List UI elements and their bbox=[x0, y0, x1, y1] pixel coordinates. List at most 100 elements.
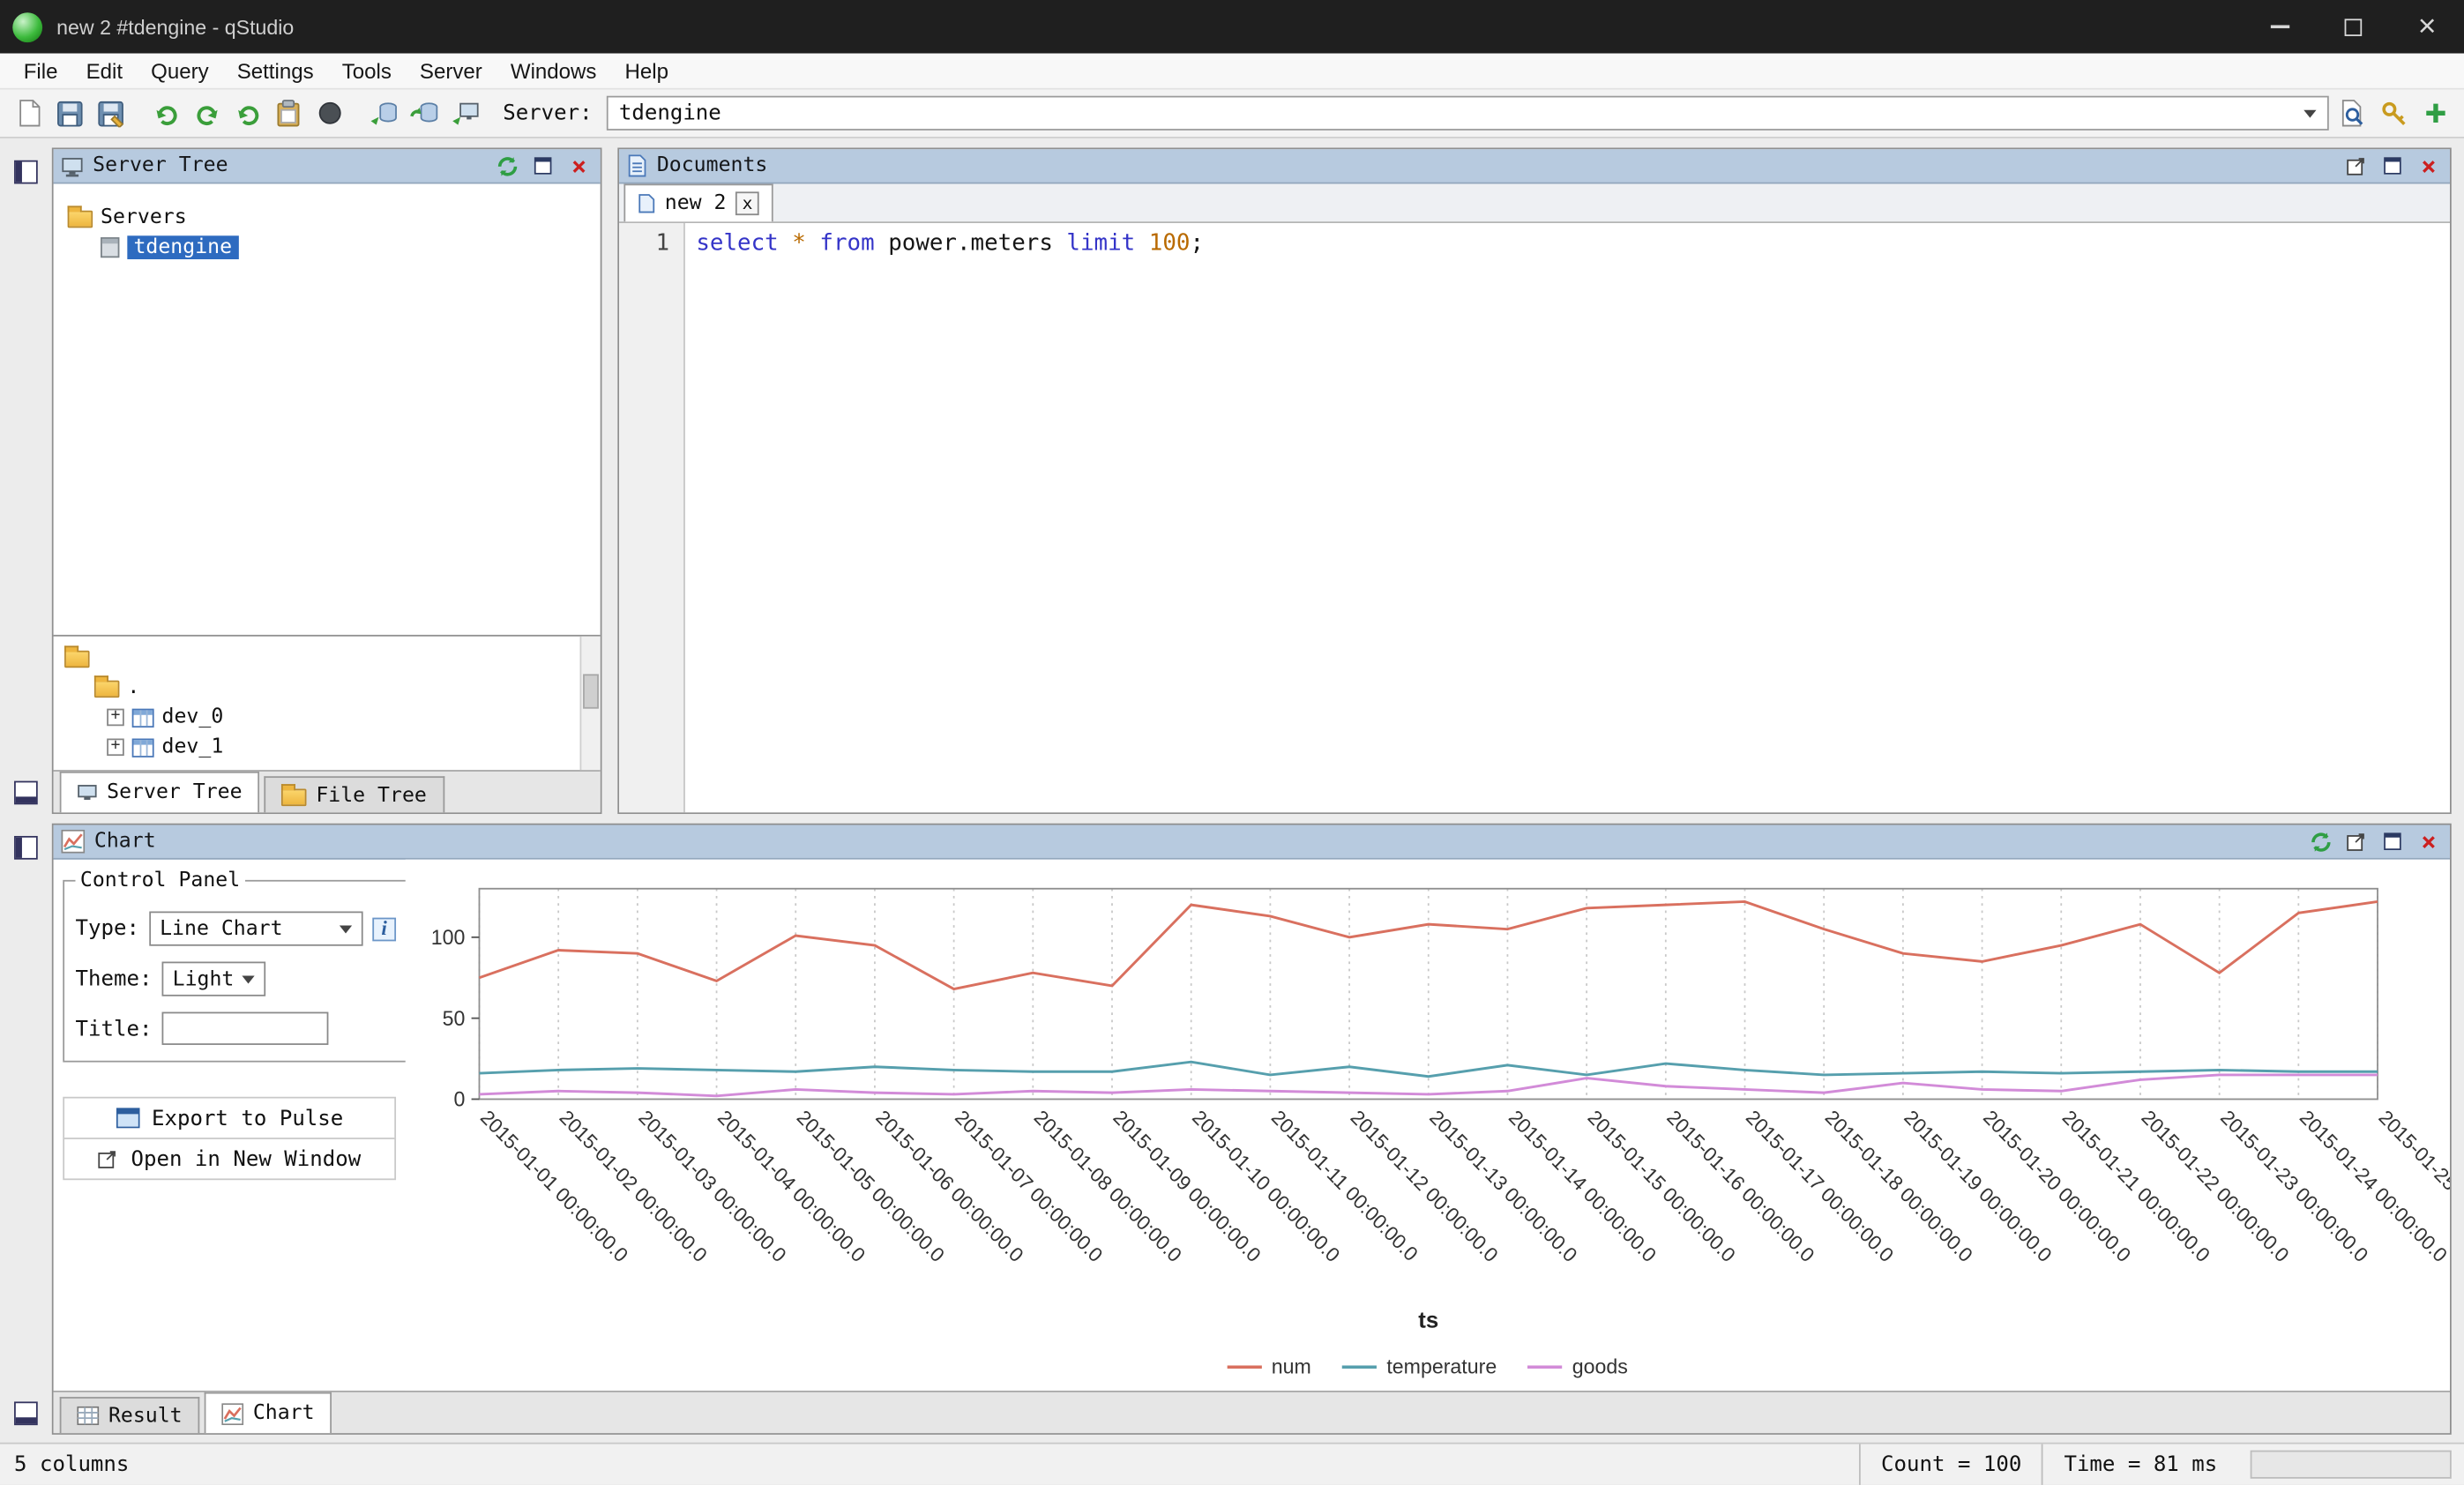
legend-item: num bbox=[1228, 1354, 1311, 1378]
combo-dropdown-icon bbox=[2303, 109, 2316, 117]
redo-icon[interactable] bbox=[190, 97, 223, 130]
code-token bbox=[1135, 231, 1149, 257]
expand-icon[interactable] bbox=[107, 709, 124, 727]
server-combobox[interactable]: tdengine bbox=[607, 96, 2329, 131]
chart-panel: Chart Control Panel Type: bbox=[52, 824, 2452, 1435]
info-icon[interactable] bbox=[372, 917, 396, 941]
code-token: select bbox=[696, 231, 778, 257]
tree-node-servers[interactable]: Servers bbox=[54, 203, 601, 233]
tab-result[interactable]: Result bbox=[60, 1397, 200, 1433]
server-tree: Servers tdengine bbox=[54, 183, 601, 634]
save-as-icon[interactable] bbox=[94, 97, 127, 130]
paste-icon[interactable] bbox=[272, 97, 304, 130]
dock-restore-icon[interactable] bbox=[14, 836, 38, 860]
popout-panel-icon[interactable] bbox=[2343, 153, 2370, 179]
svg-text:2015-01-10 00:00:00.0: 2015-01-10 00:00:00.0 bbox=[1188, 1106, 1344, 1266]
dock-restore-icon[interactable] bbox=[14, 160, 38, 184]
svg-text:2015-01-01 00:00:00.0: 2015-01-01 00:00:00.0 bbox=[476, 1106, 632, 1266]
undo-icon[interactable] bbox=[149, 97, 182, 130]
line-number-gutter: 1 bbox=[619, 223, 685, 812]
svg-text:2015-01-04 00:00:00.0: 2015-01-04 00:00:00.0 bbox=[713, 1106, 870, 1266]
minimize-button[interactable] bbox=[2243, 0, 2317, 54]
chart-type-select[interactable]: Line Chart bbox=[149, 912, 362, 946]
menu-windows[interactable]: Windows bbox=[497, 59, 611, 83]
chart-title-input[interactable] bbox=[161, 1012, 328, 1045]
refresh-script-icon[interactable] bbox=[231, 97, 264, 130]
code-token: ; bbox=[1190, 231, 1204, 257]
refresh-icon[interactable] bbox=[494, 153, 520, 179]
type-label: Type: bbox=[76, 916, 139, 942]
dock-minimize-icon[interactable] bbox=[14, 781, 38, 805]
new-file-icon[interactable] bbox=[12, 97, 45, 130]
row-count-status: Count = 100 bbox=[1859, 1444, 2042, 1485]
scrollbar-thumb[interactable] bbox=[583, 674, 599, 708]
expand-icon[interactable] bbox=[107, 738, 124, 756]
tree-node-label: Servers bbox=[101, 205, 187, 229]
tab-label: new 2 bbox=[665, 191, 727, 215]
status-bar: 5 columns Count = 100 Time = 81 ms bbox=[0, 1443, 2464, 1485]
tree-node-dev0[interactable]: dev_0 bbox=[54, 703, 580, 733]
popout-panel-icon[interactable] bbox=[2343, 828, 2370, 854]
stop-icon[interactable] bbox=[313, 97, 346, 130]
menu-tools[interactable]: Tools bbox=[328, 59, 406, 83]
svg-text:2015-01-23 00:00:00.0: 2015-01-23 00:00:00.0 bbox=[2216, 1106, 2372, 1266]
title-label: Title: bbox=[76, 1016, 153, 1041]
close-panel-icon[interactable] bbox=[2415, 828, 2442, 854]
close-tab-icon[interactable]: x bbox=[735, 191, 759, 215]
scrollbar[interactable] bbox=[580, 637, 601, 770]
save-icon[interactable] bbox=[54, 97, 86, 130]
folder-icon bbox=[281, 788, 307, 806]
tree-node-root-folder[interactable] bbox=[54, 643, 580, 673]
progress-indicator bbox=[2251, 1451, 2452, 1479]
maximize-panel-icon[interactable] bbox=[2379, 828, 2406, 854]
tree-node-tdengine[interactable]: tdengine bbox=[54, 233, 601, 263]
maximize-panel-icon[interactable] bbox=[2379, 153, 2406, 179]
dropdown-icon bbox=[242, 975, 254, 983]
svg-text:2015-01-08 00:00:00.0: 2015-01-08 00:00:00.0 bbox=[1030, 1106, 1186, 1266]
menu-edit[interactable]: Edit bbox=[72, 59, 138, 83]
chart-theme-select[interactable]: Light bbox=[161, 962, 265, 996]
tree-node-label: dev_0 bbox=[162, 705, 224, 729]
export-to-pulse-button[interactable]: Export to Pulse bbox=[63, 1097, 396, 1139]
chart-panel-title: Chart bbox=[94, 830, 156, 854]
tree-node-dot[interactable]: . bbox=[54, 673, 580, 703]
dock-minimize-icon[interactable] bbox=[14, 1401, 38, 1425]
sync-server-icon[interactable] bbox=[450, 97, 482, 130]
server-combo-label: Server: bbox=[503, 101, 592, 126]
find-in-documents-icon[interactable] bbox=[2337, 97, 2370, 130]
document-tab-icon bbox=[638, 193, 655, 213]
svg-text:2015-01-22 00:00:00.0: 2015-01-22 00:00:00.0 bbox=[2137, 1106, 2293, 1266]
close-button[interactable] bbox=[2390, 0, 2464, 54]
code-token: limit bbox=[1066, 231, 1135, 257]
code-token bbox=[779, 231, 793, 257]
tab-server-tree[interactable]: Server Tree bbox=[60, 772, 259, 812]
menu-query[interactable]: Query bbox=[137, 59, 223, 83]
svg-text:2015-01-15 00:00:00.0: 2015-01-15 00:00:00.0 bbox=[1584, 1106, 1740, 1266]
tree-node-dev1[interactable]: dev_1 bbox=[54, 732, 580, 762]
menu-file[interactable]: File bbox=[10, 59, 72, 83]
code-token: from bbox=[819, 231, 874, 257]
sql-editor[interactable]: 1 select * from power.meters limit 100; bbox=[619, 223, 2450, 812]
menu-server[interactable]: Server bbox=[406, 59, 497, 83]
add-server-icon[interactable] bbox=[2418, 97, 2451, 130]
tab-new-2[interactable]: new 2 x bbox=[623, 183, 773, 221]
server-tree-icon bbox=[61, 155, 83, 177]
svg-text:2015-01-09 00:00:00.0: 2015-01-09 00:00:00.0 bbox=[1109, 1106, 1266, 1266]
maximize-button[interactable] bbox=[2317, 0, 2391, 54]
close-panel-icon[interactable] bbox=[2415, 153, 2442, 179]
menu-bar: File Edit Query Settings Tools Server Wi… bbox=[0, 54, 2464, 90]
close-panel-icon[interactable] bbox=[565, 153, 592, 179]
open-in-new-window-button[interactable]: Open in New Window bbox=[63, 1138, 396, 1180]
code-area[interactable]: select * from power.meters limit 100; bbox=[685, 223, 2450, 812]
svg-text:2015-01-11 00:00:00.0: 2015-01-11 00:00:00.0 bbox=[1267, 1106, 1422, 1265]
refresh-database-icon[interactable] bbox=[408, 97, 441, 130]
refresh-icon[interactable] bbox=[2307, 828, 2333, 854]
code-token: power.meters bbox=[875, 231, 1067, 257]
tab-file-tree[interactable]: File Tree bbox=[265, 776, 444, 812]
menu-help[interactable]: Help bbox=[610, 59, 683, 83]
maximize-panel-icon[interactable] bbox=[530, 153, 556, 179]
query-database-icon[interactable] bbox=[368, 97, 400, 130]
edit-server-icon[interactable] bbox=[2378, 97, 2410, 130]
menu-settings[interactable]: Settings bbox=[223, 59, 328, 83]
tab-chart[interactable]: Chart bbox=[205, 1392, 332, 1433]
